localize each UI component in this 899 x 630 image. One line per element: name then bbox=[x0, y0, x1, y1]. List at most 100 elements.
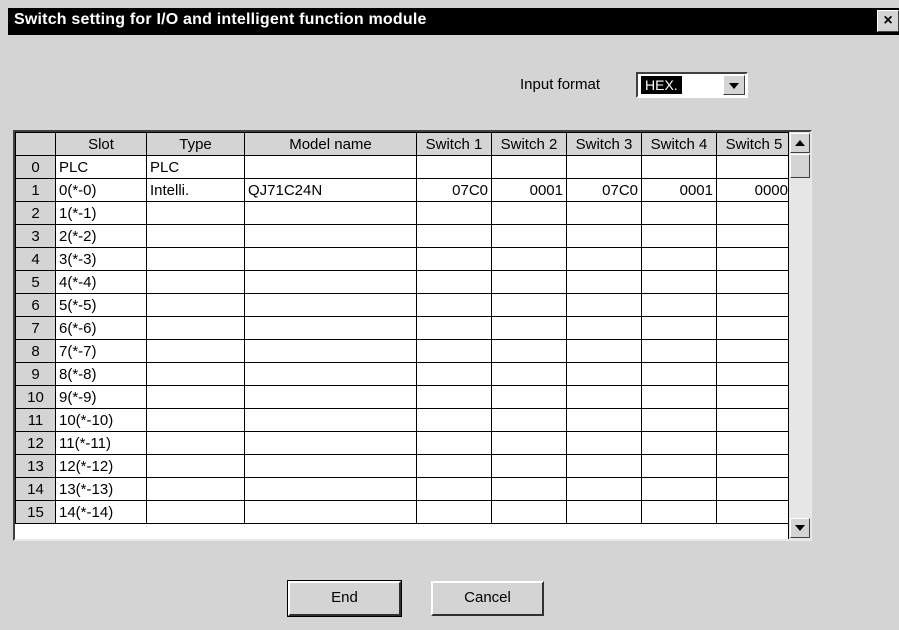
table-cell[interactable]: 14(*-14) bbox=[55, 500, 147, 524]
switch-value-cell[interactable] bbox=[716, 155, 792, 179]
table-cell[interactable] bbox=[146, 293, 245, 317]
table-cell[interactable] bbox=[244, 247, 417, 271]
switch-value-cell[interactable] bbox=[716, 408, 792, 432]
switch-value-cell[interactable] bbox=[641, 362, 717, 386]
scroll-down-icon[interactable] bbox=[790, 518, 810, 538]
scrollbar-thumb[interactable] bbox=[790, 154, 810, 178]
switch-value-cell[interactable] bbox=[641, 316, 717, 340]
table-cell[interactable] bbox=[244, 224, 417, 248]
switch-value-cell[interactable] bbox=[641, 500, 717, 524]
table-cell[interactable] bbox=[146, 500, 245, 524]
switch-value-cell[interactable] bbox=[566, 385, 642, 409]
switch-value-cell[interactable] bbox=[416, 224, 492, 248]
table-cell[interactable] bbox=[146, 316, 245, 340]
table-cell[interactable]: 11(*-11) bbox=[55, 431, 147, 455]
table-cell[interactable]: PLC bbox=[55, 155, 147, 179]
switch-value-cell[interactable] bbox=[491, 431, 567, 455]
switch-value-cell[interactable] bbox=[491, 339, 567, 363]
table-cell[interactable] bbox=[146, 385, 245, 409]
switch-value-cell[interactable] bbox=[641, 155, 717, 179]
table-cell[interactable]: 6(*-6) bbox=[55, 316, 147, 340]
switch-value-cell[interactable] bbox=[566, 408, 642, 432]
table-cell[interactable]: 1(*-1) bbox=[55, 201, 147, 225]
table-cell[interactable] bbox=[244, 431, 417, 455]
table-cell[interactable] bbox=[146, 362, 245, 386]
table-cell[interactable]: 5(*-5) bbox=[55, 293, 147, 317]
switch-value-cell[interactable] bbox=[641, 385, 717, 409]
chevron-down-icon[interactable] bbox=[723, 75, 745, 95]
switch-value-cell[interactable] bbox=[491, 362, 567, 386]
switch-value-cell[interactable] bbox=[566, 362, 642, 386]
table-cell[interactable] bbox=[146, 477, 245, 501]
switch-value-cell[interactable] bbox=[716, 385, 792, 409]
switch-value-cell[interactable] bbox=[716, 270, 792, 294]
switch-value-cell[interactable] bbox=[416, 431, 492, 455]
table-cell[interactable] bbox=[244, 201, 417, 225]
table-cell[interactable]: 2(*-2) bbox=[55, 224, 147, 248]
table-cell[interactable]: 0(*-0) bbox=[55, 178, 147, 202]
switch-value-cell[interactable] bbox=[491, 316, 567, 340]
table-cell[interactable] bbox=[146, 339, 245, 363]
table-cell[interactable] bbox=[146, 270, 245, 294]
switch-value-cell[interactable] bbox=[416, 454, 492, 478]
switch-value-cell[interactable] bbox=[416, 293, 492, 317]
switch-value-cell[interactable] bbox=[416, 362, 492, 386]
switch-value-cell[interactable] bbox=[491, 270, 567, 294]
table-cell[interactable] bbox=[244, 155, 417, 179]
switch-value-cell[interactable]: 0001 bbox=[641, 178, 717, 202]
switch-value-cell[interactable] bbox=[566, 454, 642, 478]
switch-value-cell[interactable] bbox=[566, 247, 642, 271]
switch-value-cell[interactable] bbox=[716, 293, 792, 317]
table-cell[interactable] bbox=[146, 247, 245, 271]
switch-value-cell[interactable]: 0000 bbox=[716, 178, 792, 202]
switch-value-cell[interactable] bbox=[641, 293, 717, 317]
switch-value-cell[interactable] bbox=[416, 339, 492, 363]
switch-value-cell[interactable] bbox=[491, 385, 567, 409]
table-cell[interactable]: 13(*-13) bbox=[55, 477, 147, 501]
switch-value-cell[interactable] bbox=[416, 316, 492, 340]
switch-value-cell[interactable] bbox=[641, 477, 717, 501]
table-cell[interactable]: QJ71C24N bbox=[244, 178, 417, 202]
title-bar[interactable]: Switch setting for I/O and intelligent f… bbox=[8, 8, 899, 35]
switch-value-cell[interactable] bbox=[566, 293, 642, 317]
switch-value-cell[interactable] bbox=[491, 155, 567, 179]
close-button[interactable]: × bbox=[877, 10, 899, 32]
table-cell[interactable]: 4(*-4) bbox=[55, 270, 147, 294]
switch-value-cell[interactable] bbox=[566, 431, 642, 455]
table-cell[interactable] bbox=[146, 408, 245, 432]
switch-value-cell[interactable] bbox=[641, 247, 717, 271]
switch-value-cell[interactable] bbox=[641, 431, 717, 455]
table-cell[interactable] bbox=[244, 454, 417, 478]
table-cell[interactable] bbox=[244, 339, 417, 363]
switch-value-cell[interactable] bbox=[491, 293, 567, 317]
switch-value-cell[interactable] bbox=[641, 408, 717, 432]
scroll-up-icon[interactable] bbox=[790, 133, 810, 153]
table-cell[interactable]: 10(*-10) bbox=[55, 408, 147, 432]
switch-value-cell[interactable] bbox=[641, 339, 717, 363]
table-cell[interactable]: Intelli. bbox=[146, 178, 245, 202]
table-cell[interactable] bbox=[146, 201, 245, 225]
switch-value-cell[interactable] bbox=[641, 224, 717, 248]
switch-value-cell[interactable] bbox=[641, 454, 717, 478]
table-cell[interactable] bbox=[146, 454, 245, 478]
switch-value-cell[interactable] bbox=[566, 477, 642, 501]
switch-value-cell[interactable] bbox=[416, 270, 492, 294]
vertical-scrollbar[interactable] bbox=[788, 132, 810, 539]
switch-value-cell[interactable] bbox=[716, 362, 792, 386]
input-format-select[interactable]: HEX. bbox=[636, 72, 748, 98]
table-cell[interactable] bbox=[244, 316, 417, 340]
table-cell[interactable] bbox=[244, 293, 417, 317]
switch-value-cell[interactable] bbox=[716, 201, 792, 225]
switch-value-cell[interactable] bbox=[491, 201, 567, 225]
table-cell[interactable] bbox=[146, 224, 245, 248]
switch-value-cell[interactable] bbox=[416, 500, 492, 524]
switch-value-cell[interactable] bbox=[566, 155, 642, 179]
table-cell[interactable]: 9(*-9) bbox=[55, 385, 147, 409]
switch-value-cell[interactable] bbox=[716, 247, 792, 271]
switch-value-cell[interactable] bbox=[641, 201, 717, 225]
switch-value-cell[interactable] bbox=[716, 224, 792, 248]
table-cell[interactable] bbox=[244, 477, 417, 501]
table-cell[interactable]: 7(*-7) bbox=[55, 339, 147, 363]
table-cell[interactable]: 3(*-3) bbox=[55, 247, 147, 271]
switch-value-cell[interactable] bbox=[566, 201, 642, 225]
